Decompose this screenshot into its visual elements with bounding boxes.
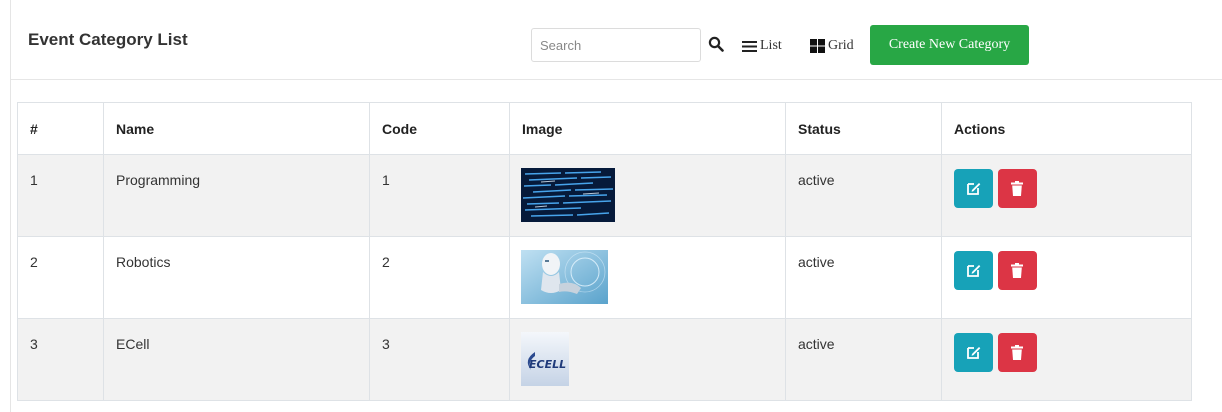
create-category-button[interactable]: Create New Category <box>870 25 1029 65</box>
row-number: 3 <box>17 318 104 401</box>
column-header-image: Image <box>509 102 786 155</box>
row-status: active <box>785 236 942 319</box>
row-status: active <box>785 318 942 401</box>
delete-button[interactable] <box>997 169 1037 208</box>
edit-icon <box>967 265 981 277</box>
column-header-number: # <box>17 102 104 155</box>
row-image-cell: ECELL <box>509 318 786 401</box>
row-name: Robotics <box>103 236 370 319</box>
trash-icon <box>1011 263 1024 278</box>
row-name: Programming <box>103 154 370 237</box>
row-image-cell <box>509 154 786 237</box>
code-screen-thumbnail <box>521 168 615 222</box>
svg-text:ECELL: ECELL <box>529 358 566 371</box>
row-number: 2 <box>17 236 104 319</box>
column-header-actions: Actions <box>941 102 1192 155</box>
column-header-status: Status <box>785 102 942 155</box>
row-status: active <box>785 154 942 237</box>
row-number: 1 <box>17 154 104 237</box>
edit-button[interactable] <box>954 251 993 290</box>
trash-icon <box>1011 345 1024 360</box>
row-actions <box>941 154 1192 237</box>
category-table: # Name Code Image Status Actions 1 Progr… <box>17 102 1192 401</box>
edit-icon <box>967 183 981 195</box>
table-row: 3 ECell 3 ECELL active <box>17 318 1192 401</box>
column-header-code: Code <box>369 102 510 155</box>
page-title: Event Category List <box>28 30 188 49</box>
trash-icon <box>1011 181 1024 196</box>
row-actions <box>941 318 1192 401</box>
edit-icon <box>967 347 981 359</box>
grid-view-button[interactable]: Grid <box>810 37 854 55</box>
robot-thumbnail <box>521 250 608 304</box>
search-icon[interactable] <box>708 36 724 52</box>
row-actions <box>941 236 1192 319</box>
list-icon <box>742 40 757 52</box>
row-code: 3 <box>369 318 510 401</box>
list-view-button[interactable]: List <box>742 37 782 55</box>
card-header: Event Category List List Grid Create New <box>11 0 1222 80</box>
ecell-logo-thumbnail: ECELL <box>521 332 569 386</box>
row-name: ECell <box>103 318 370 401</box>
row-code: 2 <box>369 236 510 319</box>
column-header-name: Name <box>103 102 370 155</box>
table-header-row: # Name Code Image Status Actions <box>17 102 1192 155</box>
list-view-label: List <box>760 38 782 53</box>
table-row: 1 Programming 1 active <box>17 154 1192 237</box>
delete-button[interactable] <box>997 333 1037 372</box>
row-image-cell <box>509 236 786 319</box>
delete-button[interactable] <box>997 251 1037 290</box>
row-code: 1 <box>369 154 510 237</box>
edit-button[interactable] <box>954 169 993 208</box>
grid-view-label: Grid <box>828 38 854 53</box>
search-input[interactable] <box>531 28 701 62</box>
edit-button[interactable] <box>954 333 993 372</box>
grid-icon <box>810 39 825 53</box>
table-row: 2 Robotics 2 active <box>17 236 1192 319</box>
